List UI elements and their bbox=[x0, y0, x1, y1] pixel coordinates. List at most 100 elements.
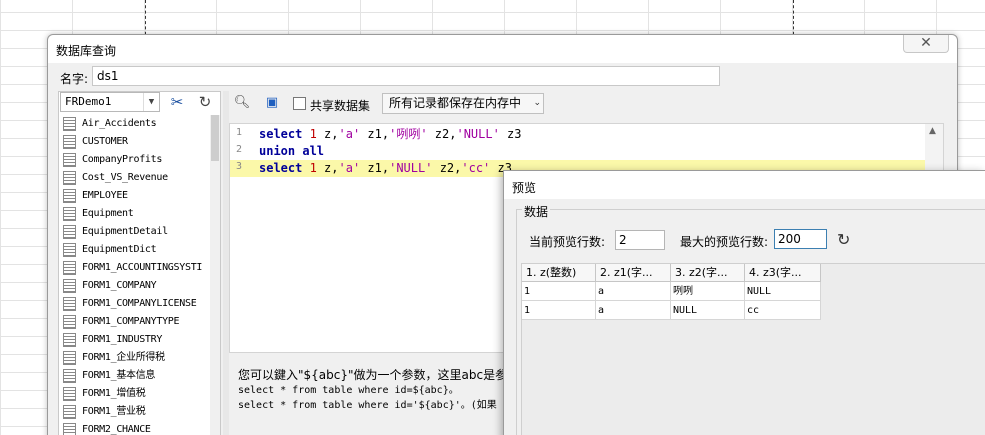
table-cell[interactable]: 咧咧 bbox=[671, 282, 745, 301]
table-name: CompanyProfits bbox=[82, 154, 163, 165]
chevron-down-icon: ▼ bbox=[143, 93, 159, 111]
scroll-up-icon[interactable]: ▲ bbox=[929, 126, 936, 136]
table-cell[interactable]: a bbox=[596, 282, 671, 301]
table-list-item[interactable]: FORM2_CHANCE bbox=[60, 421, 210, 435]
table-list-item[interactable]: Cost_VS_Revenue bbox=[60, 169, 210, 187]
table-list-item[interactable]: EquipmentDetail bbox=[60, 223, 210, 241]
table-name: FORM1_营业税 bbox=[82, 406, 146, 417]
table-name: FORM2_CHANCE bbox=[82, 424, 151, 435]
table-list-item[interactable]: FORM1_基本信息 bbox=[60, 367, 210, 385]
code-token: z3 bbox=[499, 127, 522, 141]
parameter-hint: 您可以鍵入"${abc}"做为一个参数，这里abc是参数 select * fr… bbox=[238, 367, 528, 413]
table-list-item[interactable]: FORM1_COMPANYTYPE bbox=[60, 313, 210, 331]
table-list-item[interactable]: EquipmentDict bbox=[60, 241, 210, 259]
table-name: FORM1_INDUSTRY bbox=[82, 334, 163, 345]
table-list-scrollbar[interactable] bbox=[210, 115, 220, 435]
preview-titlebar[interactable]: 预览 bbox=[504, 171, 985, 199]
table-list-item[interactable]: CompanyProfits bbox=[60, 151, 210, 169]
close-button[interactable]: ✕ bbox=[903, 35, 949, 53]
table-cell[interactable]: cc bbox=[745, 301, 821, 320]
connection-settings-icon[interactable]: ✂ bbox=[166, 92, 188, 112]
table-cell[interactable]: 1 bbox=[522, 301, 596, 320]
table-name: CUSTOMER bbox=[82, 136, 128, 147]
code-token: z1, bbox=[360, 127, 390, 141]
table-name: FORM1_COMPANYLICENSE bbox=[82, 298, 197, 309]
table-cell[interactable]: NULL bbox=[745, 282, 821, 301]
code-text: select 1 z,'a' z1,'咧咧' z2,'NULL' z3 bbox=[259, 126, 522, 143]
table-list-item[interactable]: FORM1_COMPANYLICENSE bbox=[60, 295, 210, 313]
max-rows-input[interactable]: 200 bbox=[774, 229, 827, 249]
preview-dialog: 预览 数据 当前预览行数: 2 最大的预览行数: 200 ↻ 1. z(整数) … bbox=[503, 170, 985, 435]
table-name: FORM1_ACCOUNTINGSYSTI bbox=[82, 262, 203, 273]
refresh-icon[interactable]: ↻ bbox=[194, 92, 216, 112]
table-name: Air_Accidents bbox=[82, 118, 157, 129]
code-text: select 1 z,'a' z1,'NULL' z2,'cc' z3 bbox=[259, 160, 512, 177]
table-list-item[interactable]: FORM1_COMPANY bbox=[60, 277, 210, 295]
table-list-item[interactable]: FORM1_INDUSTRY bbox=[60, 331, 210, 349]
table-list-item[interactable]: EMPLOYEE bbox=[60, 187, 210, 205]
table-icon bbox=[63, 261, 76, 275]
code-token: z2, bbox=[432, 161, 462, 175]
table-icon bbox=[63, 189, 76, 203]
number-literal: 1 bbox=[309, 161, 317, 175]
database-select-value: FRDemo1 bbox=[65, 95, 112, 108]
table-name: FORM1_企业所得税 bbox=[82, 352, 165, 363]
table-icon bbox=[63, 135, 76, 149]
table-icon bbox=[63, 423, 76, 435]
table-list-item[interactable]: Air_Accidents bbox=[60, 115, 210, 133]
table-list-item[interactable]: FORM1_ACCOUNTINGSYSTI bbox=[60, 259, 210, 277]
table-list-item[interactable]: FORM1_企业所得税 bbox=[60, 349, 210, 367]
max-rows-label: 最大的预览行数: bbox=[680, 235, 769, 249]
share-dataset-checkbox[interactable] bbox=[293, 97, 306, 110]
string-literal: 'NULL' bbox=[389, 161, 433, 175]
refresh-icon[interactable]: ↻ bbox=[837, 230, 850, 249]
string-literal: '咧咧' bbox=[389, 127, 428, 141]
column-header[interactable]: 2. z1(字... bbox=[596, 264, 671, 282]
memory-mode-select[interactable]: 所有记录都保存在内存中 ⌄ bbox=[382, 93, 544, 114]
table-list-item[interactable]: Equipment bbox=[60, 205, 210, 223]
line-number: 3 bbox=[236, 161, 243, 172]
scrollbar-thumb[interactable] bbox=[211, 115, 219, 161]
table-cell[interactable]: NULL bbox=[671, 301, 745, 320]
current-rows-input[interactable]: 2 bbox=[615, 230, 665, 250]
preview-search-icon[interactable]: 🔍︎ bbox=[231, 93, 253, 113]
table-list-item[interactable]: FORM1_增值税 bbox=[60, 385, 210, 403]
table-icon bbox=[63, 297, 76, 311]
hint-line: 您可以鍵入"${abc}"做为一个参数，这里abc是参数 bbox=[238, 368, 520, 382]
dialog-titlebar[interactable]: 数据库查询 ✕ bbox=[48, 35, 957, 63]
column-header[interactable]: 3. z2(字... bbox=[671, 264, 745, 282]
table-icon bbox=[63, 117, 76, 131]
column-header[interactable]: 4. z3(字... bbox=[745, 264, 821, 282]
code-token: z2, bbox=[427, 127, 457, 141]
chevron-down-icon: ⌄ bbox=[533, 98, 541, 108]
table-name: FORM1_增值税 bbox=[82, 388, 146, 399]
table-list-item[interactable]: CUSTOMER bbox=[60, 133, 210, 151]
table-cell[interactable]: a bbox=[596, 301, 671, 320]
database-select[interactable]: FRDemo1 ▼ bbox=[60, 92, 160, 112]
line-number: 1 bbox=[236, 127, 243, 138]
table-cell[interactable]: 1 bbox=[522, 282, 596, 301]
table-name: FORM1_基本信息 bbox=[82, 370, 156, 381]
table-icon bbox=[63, 333, 76, 347]
table-icon bbox=[63, 153, 76, 167]
table-icon bbox=[63, 171, 76, 185]
save-icon[interactable]: ▣ bbox=[261, 93, 283, 113]
code-text: union all bbox=[259, 143, 324, 160]
code-line: 2 union all bbox=[230, 143, 925, 160]
table-list-item[interactable]: FORM1_营业税 bbox=[60, 403, 210, 421]
dialog-title: 数据库查询 bbox=[56, 44, 117, 58]
close-icon: ✕ bbox=[920, 35, 932, 51]
table-icon bbox=[63, 405, 76, 419]
keyword: select bbox=[259, 127, 303, 141]
preview-grid: 1. z(整数) 2. z1(字... 3. z2(字... 4. z3(字..… bbox=[521, 263, 985, 435]
line-number: 2 bbox=[236, 144, 243, 155]
code-token: z, bbox=[316, 161, 339, 175]
table-icon bbox=[63, 369, 76, 383]
column-header[interactable]: 1. z(整数) bbox=[522, 264, 596, 282]
name-label: 名字: bbox=[60, 72, 89, 86]
name-input[interactable]: ds1 bbox=[92, 66, 720, 86]
table-icon bbox=[63, 279, 76, 293]
table-name: FORM1_COMPANYTYPE bbox=[82, 316, 180, 327]
memory-mode-value: 所有记录都保存在内存中 bbox=[389, 96, 522, 110]
code-token: z, bbox=[316, 127, 339, 141]
